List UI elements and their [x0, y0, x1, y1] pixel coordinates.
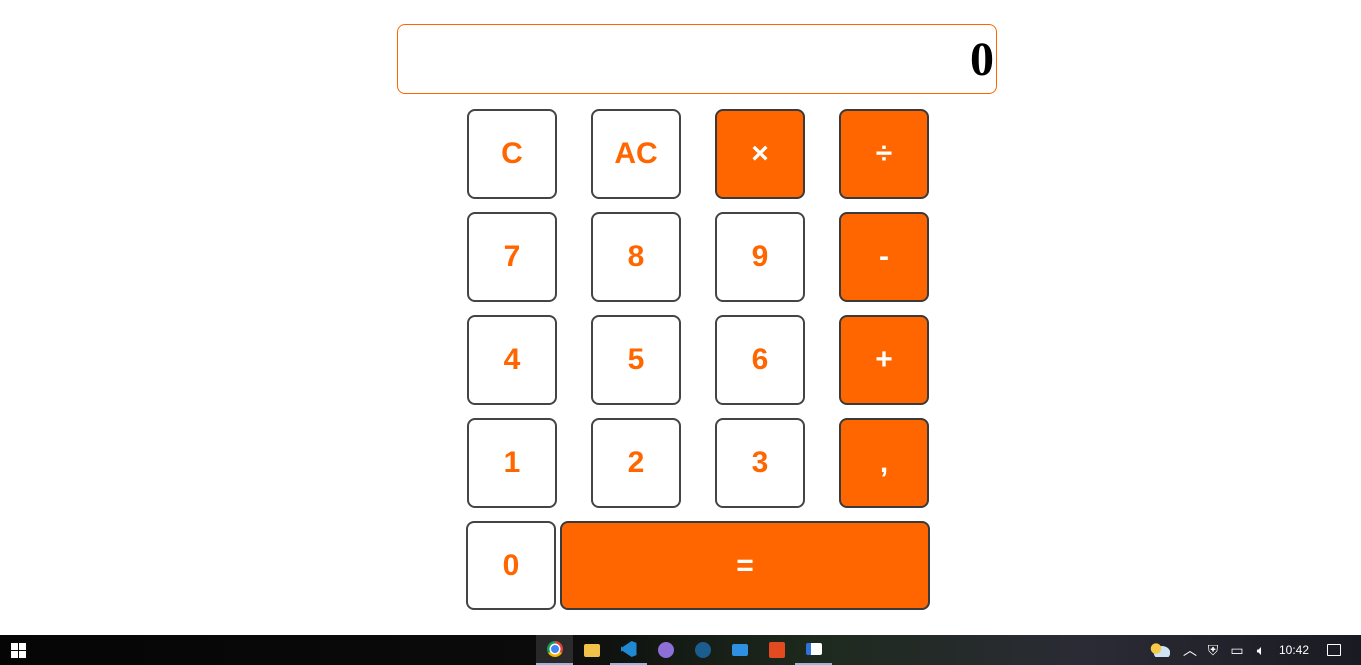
- network-icon: ▭: [1230, 641, 1244, 658]
- file-explorer-icon: [583, 643, 600, 657]
- taskbar-chrome[interactable]: [536, 635, 573, 665]
- taskbar: ︿ ⛨ ▭ 🔈︎ 10:42: [0, 635, 1361, 665]
- start-button[interactable]: [0, 635, 36, 665]
- digit-7-button[interactable]: 7: [467, 212, 557, 302]
- add-button[interactable]: +: [839, 315, 929, 405]
- security-tray-button[interactable]: ⛨: [1203, 635, 1223, 665]
- taskbar-vscode[interactable]: [610, 635, 647, 665]
- calculator-display: 0: [397, 24, 997, 94]
- digit-5-button[interactable]: 5: [591, 315, 681, 405]
- taskbar-file-explorer[interactable]: [573, 635, 610, 665]
- all-clear-button[interactable]: AC: [591, 109, 681, 199]
- clock-time: 10:42: [1278, 643, 1310, 657]
- digit-1-button[interactable]: 1: [467, 418, 557, 508]
- news-icon: [805, 643, 822, 655]
- vscode-icon: [620, 641, 637, 657]
- action-center-button[interactable]: [1322, 635, 1346, 665]
- taskbar-mail[interactable]: [721, 635, 758, 665]
- calculator-page: 0 C AC × ÷ 7 8 9 - 4 5 6 + 1 2 3 , 0 = ︿…: [0, 0, 1361, 665]
- digit-2-button[interactable]: 2: [591, 418, 681, 508]
- equals-button[interactable]: =: [560, 521, 930, 610]
- windows-logo-icon: [10, 642, 26, 658]
- divide-button[interactable]: ÷: [839, 109, 929, 199]
- speaker-icon: 🔈︎: [1256, 641, 1266, 658]
- subtract-button[interactable]: -: [839, 212, 929, 302]
- github-desktop-icon: [657, 642, 674, 658]
- show-hidden-icons-button[interactable]: ︿: [1180, 635, 1200, 665]
- chevron-up-icon: ︿: [1183, 642, 1197, 658]
- clear-button[interactable]: C: [467, 109, 557, 199]
- digit-4-button[interactable]: 4: [467, 315, 557, 405]
- display-value: 0: [970, 32, 994, 86]
- notification-icon: [1327, 644, 1341, 656]
- digit-9-button[interactable]: 9: [715, 212, 805, 302]
- taskbar-steam[interactable]: [684, 635, 721, 665]
- weather-widget[interactable]: [1146, 635, 1174, 665]
- taskbar-clock[interactable]: 10:42: [1274, 635, 1314, 665]
- volume-tray-button[interactable]: 🔈︎: [1250, 635, 1272, 665]
- digit-0-button[interactable]: 0: [466, 521, 556, 610]
- weather-icon: [1150, 643, 1170, 657]
- shield-icon: ⛨: [1207, 641, 1219, 658]
- network-tray-button[interactable]: ▭: [1226, 635, 1248, 665]
- digit-8-button[interactable]: 8: [591, 212, 681, 302]
- office-icon: [768, 642, 785, 658]
- multiply-button[interactable]: ×: [715, 109, 805, 199]
- digit-3-button[interactable]: 3: [715, 418, 805, 508]
- mail-icon: [731, 644, 748, 656]
- decimal-comma-button[interactable]: ,: [839, 418, 929, 508]
- digit-6-button[interactable]: 6: [715, 315, 805, 405]
- steam-icon: [694, 642, 711, 658]
- taskbar-office[interactable]: [758, 635, 795, 665]
- taskbar-github-desktop[interactable]: [647, 635, 684, 665]
- taskbar-news[interactable]: [795, 635, 832, 665]
- chrome-icon: [546, 641, 563, 657]
